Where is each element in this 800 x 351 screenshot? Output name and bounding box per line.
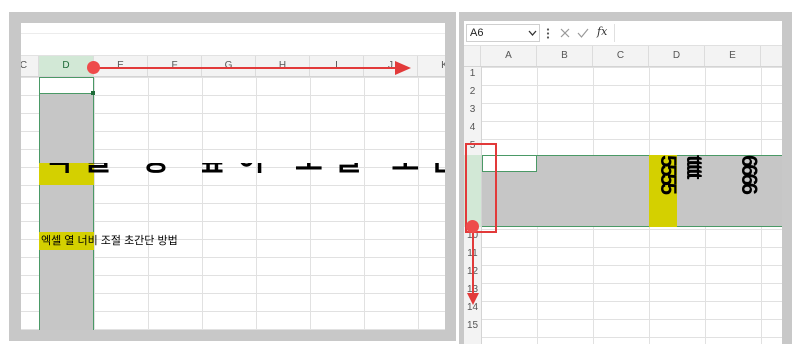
column-header-bar: A B C D E F <box>464 46 782 67</box>
ribbon-shadow <box>21 33 445 34</box>
row-header-15[interactable]: 15 <box>464 320 481 331</box>
chevron-down-icon[interactable] <box>528 30 537 36</box>
row-header-4[interactable]: 4 <box>464 122 481 133</box>
big-text-cell: 엑셀 행 높이 조절 초간단 <box>44 163 445 177</box>
column-header-e[interactable]: E <box>94 56 148 76</box>
column-header-g[interactable]: G <box>202 56 256 76</box>
column-header-i[interactable]: I <box>310 56 364 76</box>
column-header-c[interactable]: C <box>593 46 649 66</box>
ribbon-area <box>21 23 445 56</box>
column-header-h[interactable]: H <box>256 56 310 76</box>
squeezed-text-e: 6666 <box>737 155 760 192</box>
drag-arrow-horizontal <box>93 67 399 69</box>
checkmark-icon[interactable] <box>577 28 589 38</box>
left-screenshot: C D E F G H I J K 엑셀 행 높이 조절 초간단 엑셀 열 너비… <box>21 23 445 330</box>
small-text-rest-part: 비 조절 초간단 방법 <box>87 235 178 247</box>
drag-arrow-vertical <box>472 227 474 297</box>
vertical-ellipsis-icon[interactable] <box>546 28 550 39</box>
select-all-corner[interactable] <box>464 46 481 66</box>
squeezed-text-d: 5555 <box>649 155 677 227</box>
cancel-x-icon[interactable] <box>560 28 570 38</box>
row-header-3[interactable]: 3 <box>464 104 481 115</box>
drag-start-dot <box>466 220 479 233</box>
arrow-head-down-icon <box>467 293 479 305</box>
right-screenshot: A6 fx A B C D E F 1 2 3 4 5 6 7 8 9 10 1… <box>464 21 782 344</box>
column-header-c[interactable]: C <box>21 56 39 76</box>
insert-function-button[interactable]: fx <box>597 25 607 38</box>
selected-column-d[interactable] <box>39 77 94 330</box>
column-header-f[interactable]: F <box>761 46 782 66</box>
column-header-d[interactable]: D <box>39 56 94 76</box>
column-header-a[interactable]: A <box>481 46 537 66</box>
small-text-cell: 엑셀 열 너비 조절 초간단 방법 <box>41 234 178 248</box>
drag-start-dot <box>87 61 100 74</box>
formula-input[interactable] <box>614 24 782 42</box>
name-box-value[interactable]: A6 <box>470 27 483 39</box>
column-header-b[interactable]: B <box>537 46 593 66</box>
small-text-highlight-part: 엑셀 열 너 <box>41 235 88 247</box>
arrow-head-right-icon <box>395 61 411 75</box>
squeezed-text-d2: ttttt <box>682 155 705 177</box>
active-cell[interactable] <box>39 77 94 94</box>
column-header-k[interactable]: K <box>418 56 445 76</box>
row-header-1[interactable]: 1 <box>464 68 481 79</box>
column-header-d[interactable]: D <box>649 46 705 66</box>
column-header-f[interactable]: F <box>148 56 202 76</box>
column-header-e[interactable]: E <box>705 46 761 66</box>
fill-handle[interactable] <box>91 91 95 95</box>
row-header-2[interactable]: 2 <box>464 86 481 97</box>
